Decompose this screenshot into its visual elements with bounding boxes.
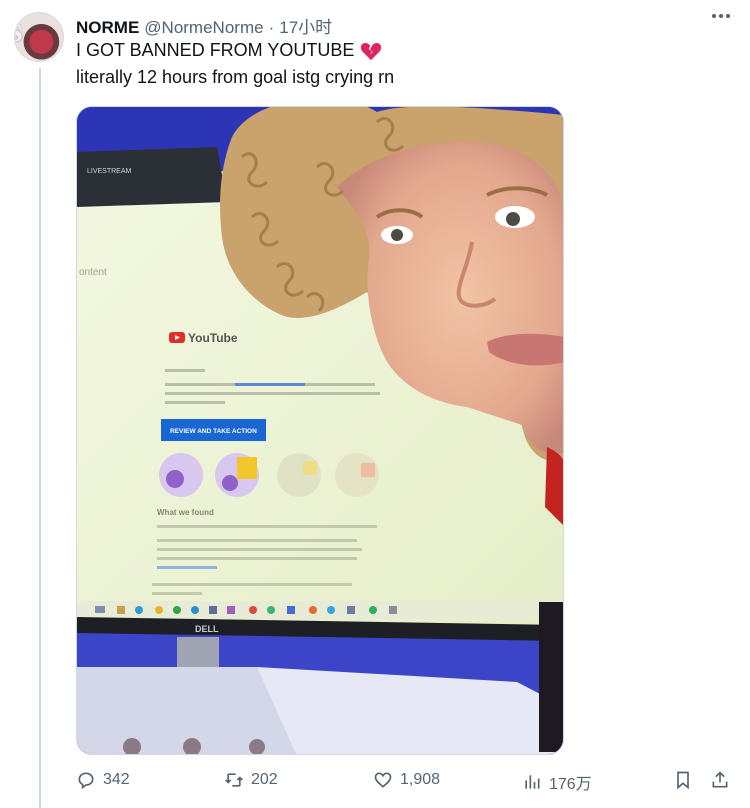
share-button[interactable]	[710, 770, 730, 790]
broken-heart-icon	[361, 42, 382, 60]
more-options-icon[interactable]	[712, 14, 730, 18]
timestamp[interactable]: 17小时	[279, 13, 332, 38]
avatar[interactable]: S	[14, 12, 64, 62]
views-button[interactable]: 176万	[522, 770, 592, 794]
share-icon	[712, 771, 728, 788]
selfie-photo: LIVESTREAM ontent YouTube REVIEW AND TAK…	[77, 107, 563, 754]
tweet-header: NORME @NormeNorme · 17小时	[76, 13, 332, 38]
tweet-text-line-2: literally 12 hours from goal istg crying…	[76, 67, 395, 87]
heart-icon	[374, 772, 392, 788]
tweet-actions-bar: 342 202 1,908 176万	[76, 770, 736, 798]
separator-dot: ·	[268, 18, 275, 37]
window-tab-label: LIVESTREAM	[87, 168, 132, 175]
watermark-logo: S	[15, 21, 23, 47]
user-handle[interactable]: @NormeNorme	[144, 18, 263, 38]
repost-icon	[225, 773, 243, 787]
display-name[interactable]: NORME	[76, 18, 139, 38]
bookmark-icon	[677, 771, 689, 790]
views-chart-icon	[525, 775, 540, 789]
reply-icon	[78, 772, 94, 790]
bookmark-button[interactable]	[673, 770, 693, 790]
views-count: 176万	[549, 776, 592, 793]
sidebar-label: ontent	[79, 267, 107, 278]
like-button[interactable]: 1,908	[373, 770, 440, 790]
repost-count: 202	[251, 771, 278, 788]
repost-button[interactable]: 202	[224, 770, 278, 790]
email-section-title: What we found	[157, 508, 214, 517]
email-logo-text: YouTube	[188, 331, 238, 345]
review-action-label: REVIEW AND TAKE ACTION	[170, 428, 257, 435]
tweet-text: I GOT BANNED FROM YOUTUBE	[76, 40, 355, 60]
like-count: 1,908	[400, 771, 441, 788]
tweet-photo[interactable]: LIVESTREAM ontent YouTube REVIEW AND TAK…	[76, 106, 564, 755]
monitor-brand: DELL	[195, 624, 219, 634]
reply-button[interactable]: 342	[76, 770, 130, 790]
thread-line	[39, 68, 41, 808]
reply-count: 342	[103, 771, 130, 788]
tweet-text-line-1: I GOT BANNED FROM YOUTUBE	[76, 40, 382, 61]
